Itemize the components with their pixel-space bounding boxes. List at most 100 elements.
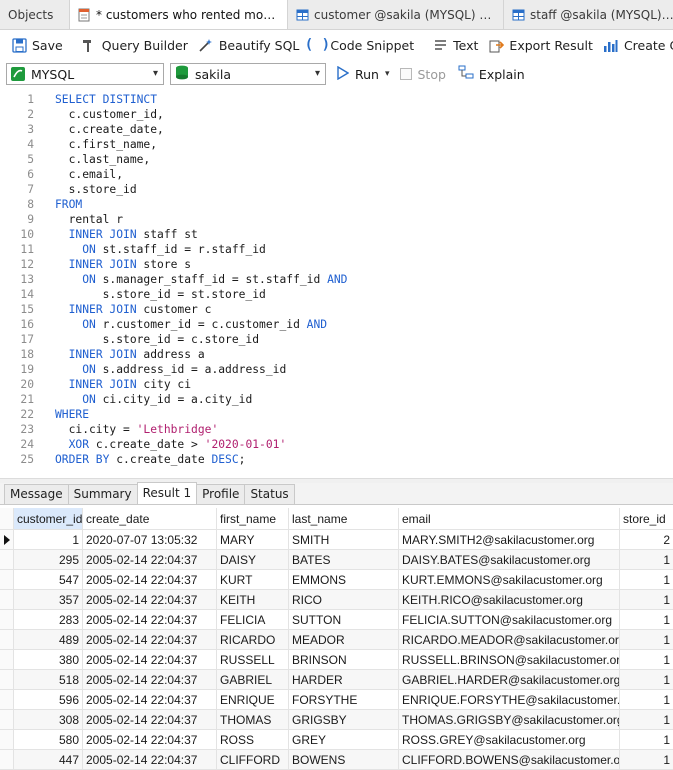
export-result-button[interactable]: Export Result — [483, 33, 598, 57]
cell-first-name[interactable]: MARY — [217, 530, 289, 549]
cell-store-id[interactable]: 1 — [620, 730, 673, 749]
cell-store-id[interactable]: 1 — [620, 650, 673, 669]
cell-email[interactable]: ENRIQUE.FORSYTHE@sakilacustomer.org — [399, 690, 620, 709]
column-header-email[interactable]: email — [399, 508, 620, 529]
cell-store-id[interactable]: 1 — [620, 590, 673, 609]
tab-query[interactable]: * customers who rented movies i... — [70, 0, 288, 29]
cell-email[interactable]: FELICIA.SUTTON@sakilacustomer.org — [399, 610, 620, 629]
cell-create-date[interactable]: 2005-02-14 22:04:37 — [83, 550, 217, 569]
table-row[interactable]: 547 2005-02-14 22:04:37 KURT EMMONS KURT.EMM… — [0, 570, 673, 590]
table-row[interactable]: 295 2005-02-14 22:04:37 DAISY BATES DAISY.BA… — [0, 550, 673, 570]
row-indicator[interactable] — [0, 730, 14, 749]
cell-first-name[interactable]: GABRIEL — [217, 670, 289, 689]
cell-create-date[interactable]: 2005-02-14 22:04:37 — [83, 590, 217, 609]
cell-last-name[interactable]: RICO — [289, 590, 399, 609]
cell-first-name[interactable]: KEITH — [217, 590, 289, 609]
cell-email[interactable]: DAISY.BATES@sakilacustomer.org — [399, 550, 620, 569]
tab-result-1[interactable]: Result 1 — [136, 482, 198, 504]
cell-create-date[interactable]: 2005-02-14 22:04:37 — [83, 730, 217, 749]
cell-first-name[interactable]: RUSSELL — [217, 650, 289, 669]
cell-first-name[interactable]: RICARDO — [217, 630, 289, 649]
cell-store-id[interactable]: 1 — [620, 750, 673, 769]
table-row[interactable]: 308 2005-02-14 22:04:37 THOMAS GRIGSBY THOMA… — [0, 710, 673, 730]
code-snippet-button[interactable]: ( ) Code Snippet — [304, 33, 419, 57]
tab-summary[interactable]: Summary — [67, 484, 138, 504]
cell-first-name[interactable]: ROSS — [217, 730, 289, 749]
row-indicator[interactable] — [0, 590, 14, 609]
row-indicator[interactable] — [0, 610, 14, 629]
cell-customer-id[interactable]: 295 — [14, 550, 83, 569]
cell-email[interactable]: RUSSELL.BRINSON@sakilacustomer.org — [399, 650, 620, 669]
tab-profile[interactable]: Profile — [196, 484, 246, 504]
cell-email[interactable]: MARY.SMITH2@sakilacustomer.org — [399, 530, 620, 549]
cell-create-date[interactable]: 2005-02-14 22:04:37 — [83, 710, 217, 729]
connection-select[interactable]: MYSQL ▾ — [6, 63, 164, 85]
row-indicator[interactable] — [0, 530, 14, 549]
table-row[interactable]: 489 2005-02-14 22:04:37 RICARDO MEADOR RICAR… — [0, 630, 673, 650]
cell-create-date[interactable]: 2005-02-14 22:04:37 — [83, 670, 217, 689]
cell-email[interactable]: KURT.EMMONS@sakilacustomer.org — [399, 570, 620, 589]
cell-customer-id[interactable]: 547 — [14, 570, 83, 589]
cell-last-name[interactable]: HARDER — [289, 670, 399, 689]
database-select[interactable]: sakila ▾ — [170, 63, 326, 85]
cell-store-id[interactable]: 1 — [620, 570, 673, 589]
explain-button[interactable]: Explain — [458, 65, 525, 83]
cell-last-name[interactable]: EMMONS — [289, 570, 399, 589]
create-chart-button[interactable]: Create Chart — [598, 33, 673, 57]
cell-last-name[interactable]: SMITH — [289, 530, 399, 549]
cell-create-date[interactable]: 2005-02-14 22:04:37 — [83, 630, 217, 649]
row-indicator[interactable] — [0, 650, 14, 669]
cell-create-date[interactable]: 2020-07-07 13:05:32 — [83, 530, 217, 549]
cell-last-name[interactable]: GRIGSBY — [289, 710, 399, 729]
chevron-down-icon[interactable]: ▾ — [385, 69, 390, 79]
cell-last-name[interactable]: GREY — [289, 730, 399, 749]
save-button[interactable]: Save — [6, 33, 68, 57]
query-builder-button[interactable]: Query Builder — [76, 33, 193, 57]
cell-email[interactable]: ROSS.GREY@sakilacustomer.org — [399, 730, 620, 749]
cell-customer-id[interactable]: 1 — [14, 530, 83, 549]
cell-last-name[interactable]: BATES — [289, 550, 399, 569]
table-row[interactable]: 447 2005-02-14 22:04:37 CLIFFORD BOWENS CLIF… — [0, 750, 673, 770]
cell-customer-id[interactable]: 580 — [14, 730, 83, 749]
cell-first-name[interactable]: CLIFFORD — [217, 750, 289, 769]
cell-customer-id[interactable]: 596 — [14, 690, 83, 709]
cell-customer-id[interactable]: 447 — [14, 750, 83, 769]
cell-store-id[interactable]: 1 — [620, 550, 673, 569]
cell-customer-id[interactable]: 518 — [14, 670, 83, 689]
cell-customer-id[interactable]: 308 — [14, 710, 83, 729]
cell-store-id[interactable]: 1 — [620, 630, 673, 649]
cell-store-id[interactable]: 1 — [620, 610, 673, 629]
column-header-create-date[interactable]: create_date — [83, 508, 217, 529]
row-indicator[interactable] — [0, 630, 14, 649]
column-header-first-name[interactable]: first_name — [217, 508, 289, 529]
table-row[interactable]: 283 2005-02-14 22:04:37 FELICIA SUTTON FELIC… — [0, 610, 673, 630]
cell-create-date[interactable]: 2005-02-14 22:04:37 — [83, 570, 217, 589]
cell-create-date[interactable]: 2005-02-14 22:04:37 — [83, 650, 217, 669]
cell-create-date[interactable]: 2005-02-14 22:04:37 — [83, 610, 217, 629]
row-indicator[interactable] — [0, 670, 14, 689]
tab-customer-table[interactable]: customer @sakila (MYSQL) - Table — [288, 0, 504, 29]
cell-store-id[interactable]: 2 — [620, 530, 673, 549]
cell-first-name[interactable]: FELICIA — [217, 610, 289, 629]
cell-last-name[interactable]: FORSYTHE — [289, 690, 399, 709]
table-row[interactable]: 580 2005-02-14 22:04:37 ROSS GREY ROSS.GREY@… — [0, 730, 673, 750]
cell-email[interactable]: KEITH.RICO@sakilacustomer.org — [399, 590, 620, 609]
column-header-last-name[interactable]: last_name — [289, 508, 399, 529]
sql-editor[interactable]: 1 SELECT DISTINCT 2 c.customer_id, 3 c.crea… — [0, 90, 673, 478]
tab-status[interactable]: Status — [244, 484, 295, 504]
cell-create-date[interactable]: 2005-02-14 22:04:37 — [83, 690, 217, 709]
tab-message[interactable]: Message — [4, 484, 69, 504]
row-indicator[interactable] — [0, 570, 14, 589]
cell-customer-id[interactable]: 380 — [14, 650, 83, 669]
cell-first-name[interactable]: DAISY — [217, 550, 289, 569]
cell-last-name[interactable]: SUTTON — [289, 610, 399, 629]
column-header-customer-id[interactable]: customer_id — [14, 508, 83, 529]
table-row[interactable]: 518 2005-02-14 22:04:37 GABRIEL HARDER GABRI… — [0, 670, 673, 690]
cell-first-name[interactable]: THOMAS — [217, 710, 289, 729]
stop-button[interactable]: Stop — [399, 67, 446, 82]
cell-last-name[interactable]: BOWENS — [289, 750, 399, 769]
cell-store-id[interactable]: 1 — [620, 690, 673, 709]
cell-create-date[interactable]: 2005-02-14 22:04:37 — [83, 750, 217, 769]
tab-staff-table[interactable]: staff @sakila (MYSQL) - Table — [504, 0, 673, 29]
cell-first-name[interactable]: KURT — [217, 570, 289, 589]
